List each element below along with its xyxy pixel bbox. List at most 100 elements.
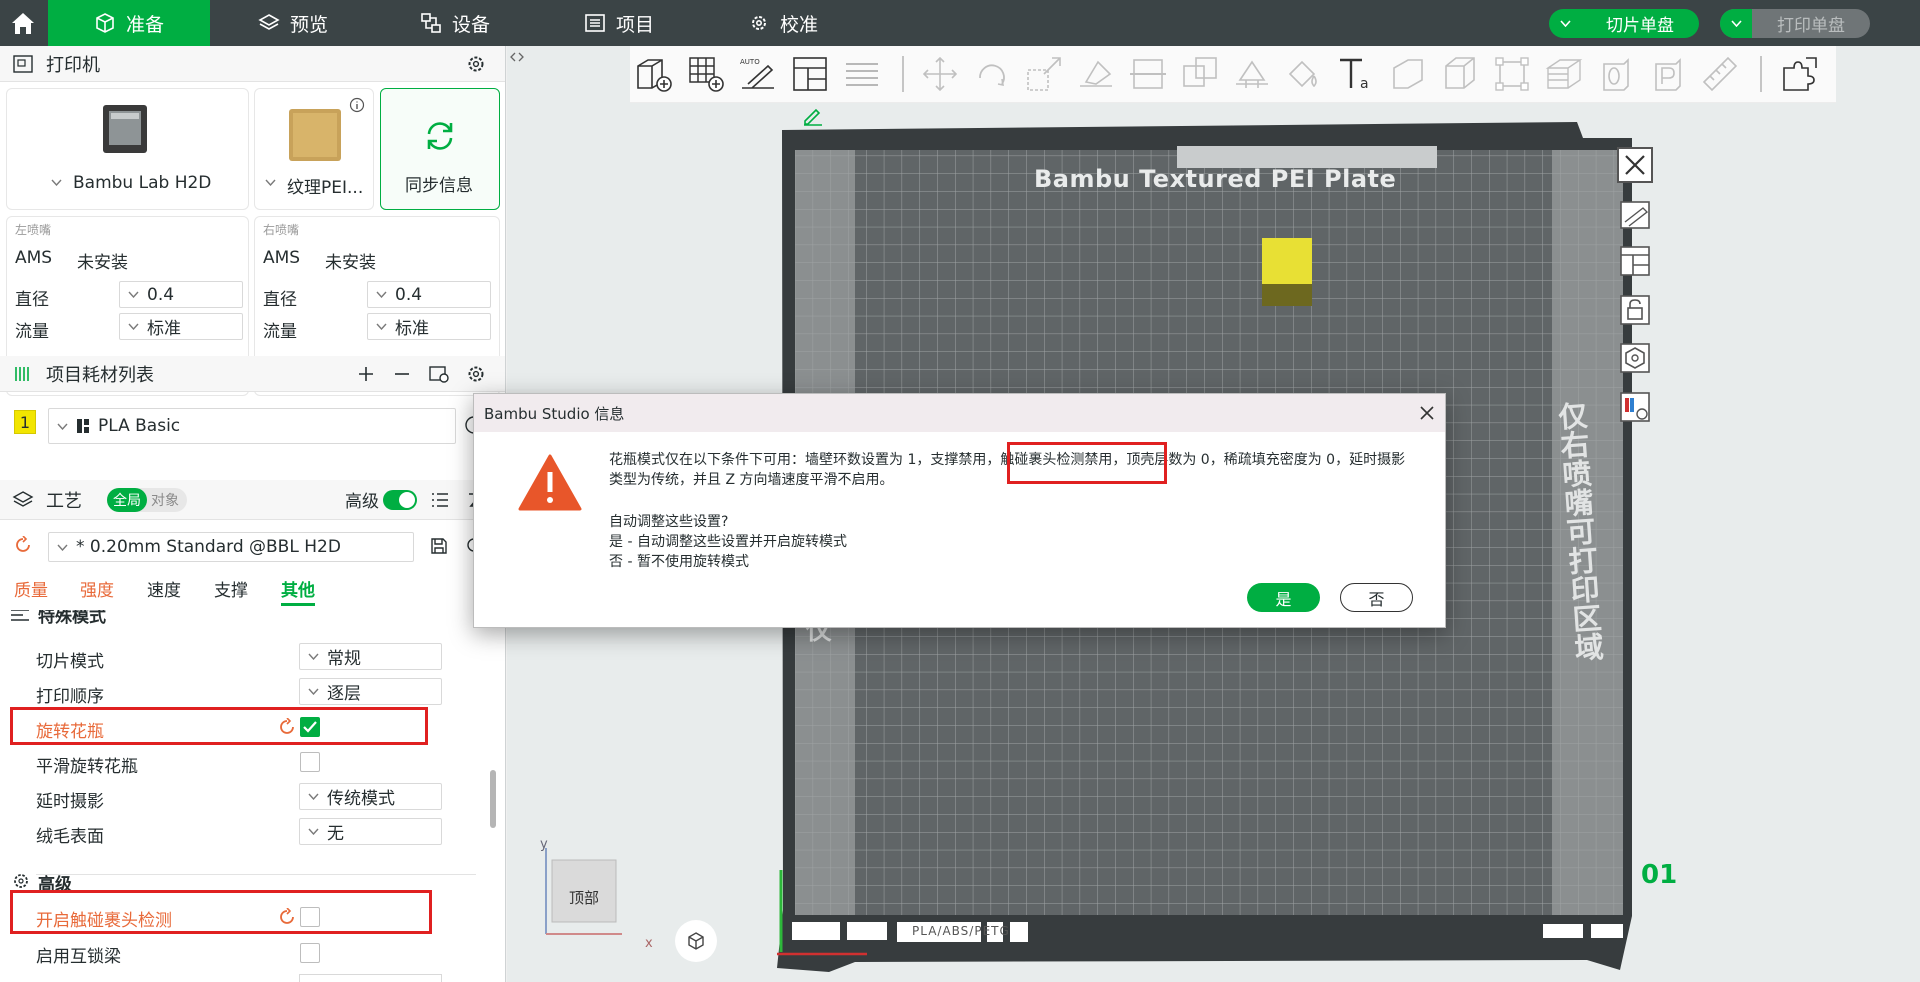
arrange-icon[interactable] [790,54,830,94]
assembly-icon[interactable] [1780,54,1820,94]
collapse-panel-icon[interactable] [509,50,525,64]
home-button[interactable] [0,0,46,46]
smooth-vase-checkbox[interactable] [300,752,320,772]
global-object-toggle[interactable]: 全局 对象 [107,488,187,512]
process-tabs: 质量 强度 速度 支撑 其他 [0,572,505,606]
chevron-down-icon [265,179,276,186]
tab-quality[interactable]: 质量 [14,576,48,601]
warning-icon [518,454,582,511]
chevron-down-icon [57,423,68,430]
gear-icon[interactable] [466,364,486,384]
color-paint-icon[interactable] [1284,54,1324,94]
dialog-question: 自动调整这些设置? [609,514,729,530]
plate-chevron [265,179,276,186]
toggle-object[interactable]: 对象 [147,490,179,510]
plate-filament-icon[interactable] [1617,389,1653,425]
remove-icon[interactable] [393,365,411,383]
lay-on-face-icon[interactable] [1076,54,1116,94]
toggle-global[interactable]: 全局 [107,488,147,512]
slice-plate-button[interactable]: 切片单盘 [1549,9,1699,38]
plate-footer-label: PLA/ABS/PETG [912,924,1010,938]
right-diameter-select[interactable]: 0.4 [367,281,491,308]
cut-icon[interactable] [1128,54,1168,94]
bambu-logo-icon [77,419,89,433]
timelapse-select[interactable]: 传统模式 [299,783,442,810]
filament-select[interactable]: PLA Basic [48,408,456,444]
right-nozzle-caption: 右喷嘴 [263,223,300,237]
print-dropdown[interactable] [1720,9,1752,38]
tab-support[interactable]: 支撑 [214,576,248,601]
interlock-checkbox[interactable] [300,943,320,963]
filament-section-header: 项目耗材列表 [0,356,505,392]
cube-icon [96,13,114,33]
rotate-icon[interactable] [972,54,1012,94]
add-icon[interactable] [357,365,375,383]
timelapse-value: 传统模式 [327,789,395,809]
right-flow-select[interactable]: 标准 [367,313,491,340]
plate-card[interactable]: 纹理PEI... [254,88,374,210]
plate-p-icon[interactable] [1648,54,1688,94]
plate-o-icon[interactable] [1596,54,1636,94]
add-plate-icon[interactable] [686,54,726,94]
tab-project[interactable]: 项目 [584,0,654,46]
layer-slice-icon[interactable] [1544,54,1584,94]
process-preset-name: * 0.20mm Standard @BBL H2D [76,537,341,557]
tab-device[interactable]: 设备 [420,0,490,46]
add-object-icon[interactable] [634,54,674,94]
process-preset-select[interactable]: * 0.20mm Standard @BBL H2D [48,532,414,562]
tab-strength[interactable]: 强度 [80,576,114,601]
left-flow-select[interactable]: 标准 [119,313,243,340]
tab-prepare[interactable]: 准备 [48,0,210,46]
dialog-yes-description: 是 - 自动调整这些设置并开启旋转模式 [609,534,847,550]
fuzzy-skin-select[interactable]: 无 [299,818,442,845]
scale-icon[interactable] [1024,54,1064,94]
chevron-down-icon [308,828,319,835]
close-plate-button[interactable] [1617,147,1653,183]
info-icon[interactable] [349,97,365,113]
advanced-switch[interactable] [383,490,417,510]
reset-icon[interactable] [14,536,32,554]
orient-plate-icon[interactable] [1617,196,1653,232]
text-icon[interactable]: a [1336,54,1376,94]
settings-scrollbar[interactable] [490,770,496,828]
list-icon[interactable] [430,491,450,509]
lock-icon[interactable] [1617,292,1653,328]
tab-speed[interactable]: 速度 [147,576,181,601]
save-icon[interactable] [430,537,448,555]
arrange-plate-icon[interactable] [1617,243,1653,279]
split-layers-icon[interactable] [842,54,882,94]
sync-info-button[interactable]: 同步信息 [380,88,500,210]
boolean-icon[interactable] [1180,54,1220,94]
emboss-icon[interactable] [1388,54,1428,94]
highlight-clump-detection [10,890,432,934]
tab-others[interactable]: 其他 [281,576,315,606]
print-plate-button[interactable]: 打印单盘 [1720,9,1870,38]
printer-card[interactable]: Bambu Lab H2D [6,88,249,210]
dialog-no-button[interactable]: 否 [1340,583,1413,612]
auto-orient-icon[interactable]: AUTO [738,54,778,94]
message-part-1: 花瓶模式仅在以下条件下可用：墙壁环数设置为 1，支撑禁用， [609,452,1001,468]
tab-preview[interactable]: 预览 [258,0,328,46]
bounding-icon[interactable] [1492,54,1532,94]
tab-calibration[interactable]: 校准 [748,0,818,46]
slice-dropdown[interactable] [1549,9,1581,38]
slice-mode-select[interactable]: 常规 [299,643,442,670]
slice-mode-label: 切片模式 [36,652,104,672]
fit-view-button[interactable] [675,920,717,962]
move-icon[interactable] [920,54,960,94]
ruler-icon[interactable] [1700,54,1740,94]
layers-icon [258,14,280,30]
support-paint-icon[interactable] [1232,54,1272,94]
dialog-yes-button[interactable]: 是 [1247,583,1320,612]
left-diameter-select[interactable]: 0.4 [119,281,243,308]
right-ams-label: AMS [263,248,301,268]
close-icon[interactable] [1420,406,1434,420]
plate-settings-icon[interactable] [1617,340,1653,376]
gear-icon[interactable] [466,54,486,74]
measure-box-icon[interactable] [1440,54,1480,94]
print-order-select[interactable]: 逐层 [299,678,442,705]
filament-item[interactable]: 1 PLA Basic [0,396,505,458]
dialog-header: Bambu Studio 信息 [474,394,1445,432]
highlight-message [1007,442,1167,484]
filament-manage-icon[interactable] [428,364,450,384]
